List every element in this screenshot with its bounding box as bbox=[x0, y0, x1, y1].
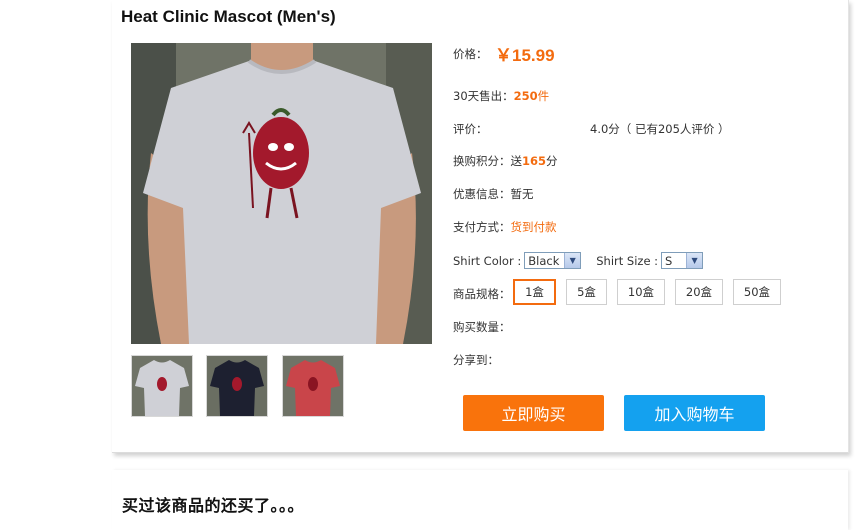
share-label: 分享到： bbox=[453, 353, 499, 367]
shirt-size-select[interactable]: S ▼ bbox=[661, 252, 704, 269]
buy-now-button[interactable]: 立即购买 bbox=[463, 395, 604, 431]
product-title: Heat Clinic Mascot (Men's) bbox=[121, 7, 336, 26]
spec-option-1[interactable]: 1盒 bbox=[513, 279, 556, 305]
product-main-image[interactable] bbox=[131, 43, 432, 344]
related-heading: 买过该商品的还买了。。。 bbox=[122, 496, 305, 515]
chevron-down-icon: ▼ bbox=[564, 253, 581, 268]
promo-info: 优惠信息：暂无 bbox=[453, 187, 534, 201]
spec-option-5[interactable]: 5盒 bbox=[566, 279, 607, 305]
sold-count-row: 30天售出：250件 bbox=[453, 88, 549, 104]
sold-unit: 件 bbox=[537, 89, 550, 103]
rating-value: 4.0分（ 已有205人评价 ） bbox=[590, 122, 730, 136]
payment-row: 支付方式：货到付款 bbox=[453, 219, 557, 235]
spec-label: 商品规格： bbox=[453, 287, 511, 301]
option-selectors: Shirt Color : Black ▼ Shirt Size : S ▼ bbox=[453, 252, 704, 269]
spec-option-10[interactable]: 10盒 bbox=[617, 279, 665, 305]
shirt-color-label: Shirt Color : bbox=[453, 253, 522, 268]
shirt-size-value: S bbox=[665, 253, 673, 268]
points-row: 换购积分：送165分 bbox=[453, 153, 558, 169]
thumbnail-black-shirt[interactable] bbox=[206, 355, 268, 417]
points-value: 165 bbox=[522, 154, 547, 168]
sold-label: 30天售出： bbox=[453, 89, 514, 103]
rating-label: 评价： bbox=[453, 122, 488, 136]
sold-count: 250 bbox=[513, 89, 538, 103]
quantity-label: 购买数量： bbox=[453, 320, 511, 334]
points-label: 换购积分：送 bbox=[453, 154, 522, 168]
payment-method: 货到付款 bbox=[510, 220, 557, 234]
spec-option-20[interactable]: 20盒 bbox=[675, 279, 723, 305]
points-unit: 分 bbox=[546, 154, 558, 168]
add-to-cart-button[interactable]: 加入购物车 bbox=[624, 395, 765, 431]
price-label: 价格： bbox=[453, 47, 488, 61]
thumbnail-red-shirt[interactable] bbox=[282, 355, 344, 417]
price-value: ￥15.99 bbox=[495, 46, 555, 65]
shirt-color-value: Black bbox=[528, 253, 560, 268]
thumbnail-grey-shirt[interactable] bbox=[131, 355, 193, 417]
spec-option-50[interactable]: 50盒 bbox=[733, 279, 781, 305]
payment-label: 支付方式： bbox=[453, 220, 511, 234]
shirt-color-select[interactable]: Black ▼ bbox=[524, 252, 582, 269]
shirt-size-label: Shirt Size : bbox=[596, 253, 659, 268]
chevron-down-icon: ▼ bbox=[686, 253, 703, 268]
